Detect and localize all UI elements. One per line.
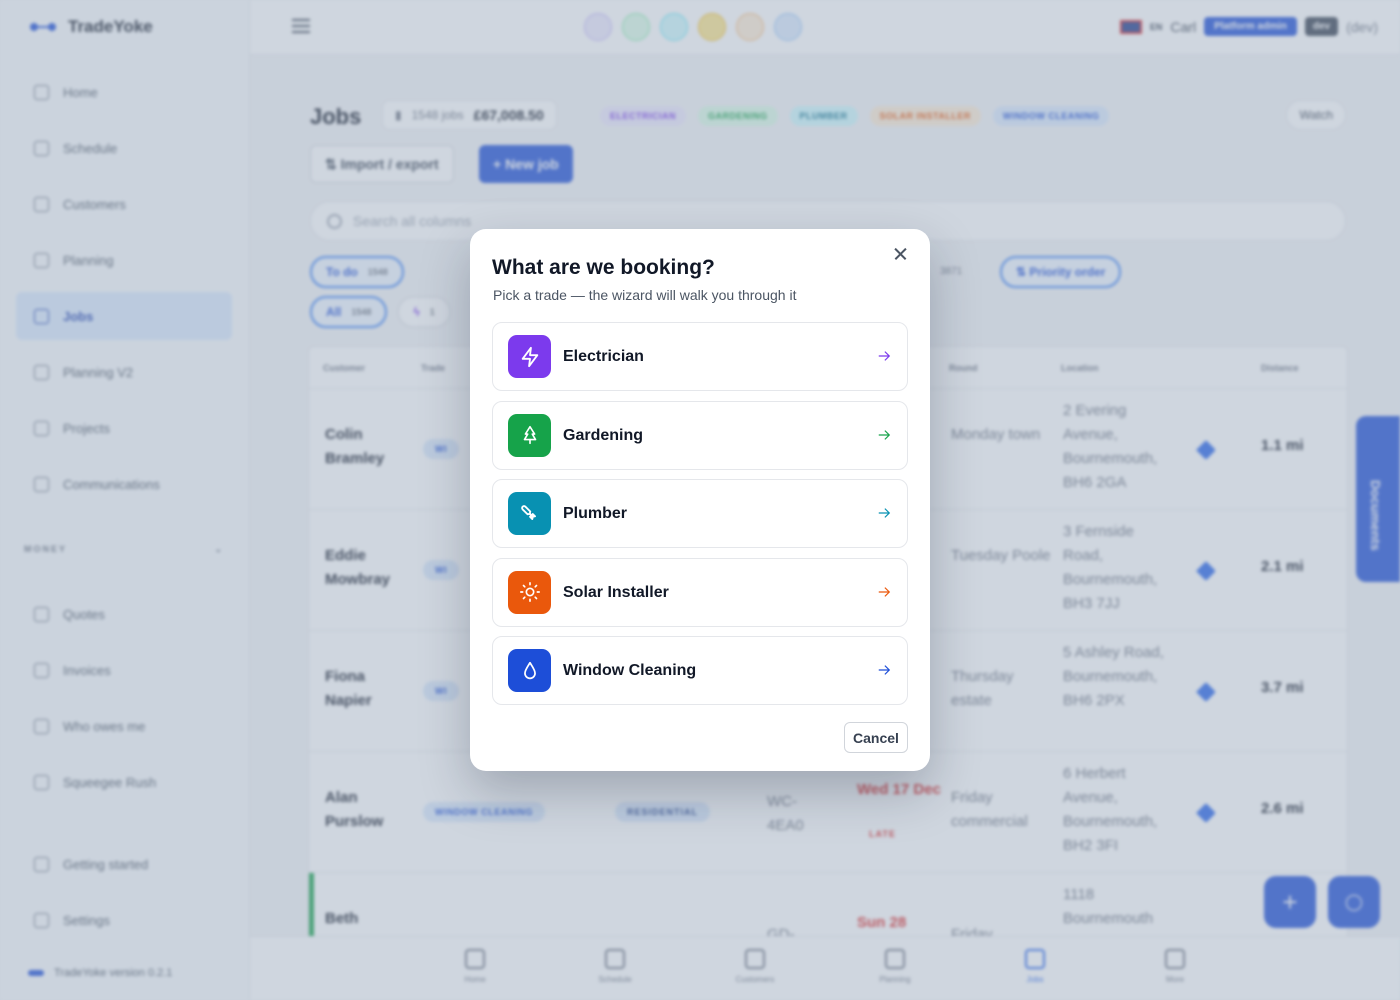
dialog-subtitle: Pick a trade — the wizard will walk you … — [493, 287, 797, 303]
cancel-button[interactable]: Cancel — [844, 722, 908, 753]
trade-option-window-cleaning[interactable]: Window Cleaning — [492, 636, 908, 705]
trade-option-gardening[interactable]: Gardening — [492, 400, 908, 470]
trade-option-plumber[interactable]: Plumber — [492, 479, 908, 548]
trade-options: Electrician Gardening Plumber Solar Inst… — [492, 322, 908, 715]
trade-option-label: Window Cleaning — [563, 662, 697, 679]
arrow-right-icon — [878, 351, 891, 361]
droplet-icon — [508, 649, 551, 692]
wrench-icon — [508, 492, 551, 535]
arrow-right-icon — [878, 429, 891, 440]
trade-option-label: Plumber — [563, 505, 628, 522]
arrow-right-icon — [878, 508, 891, 518]
dialog-title: What are we booking? — [492, 256, 715, 279]
trade-option-label: Gardening — [563, 426, 644, 444]
trade-option-solar-installer[interactable]: Solar Installer — [492, 557, 908, 627]
arrow-right-icon — [878, 665, 891, 675]
trade-option-label: Electrician — [563, 348, 644, 365]
arrow-right-icon — [878, 586, 891, 597]
sun-icon — [508, 570, 551, 614]
lightning-bolt-icon — [508, 335, 551, 378]
tree-icon — [508, 413, 551, 457]
trade-option-electrician[interactable]: Electrician — [492, 322, 908, 391]
trade-option-label: Solar Installer — [563, 583, 669, 601]
booking-trade-dialog: What are we booking? Pick a trade — the … — [470, 229, 930, 771]
close-icon[interactable] — [890, 243, 912, 265]
